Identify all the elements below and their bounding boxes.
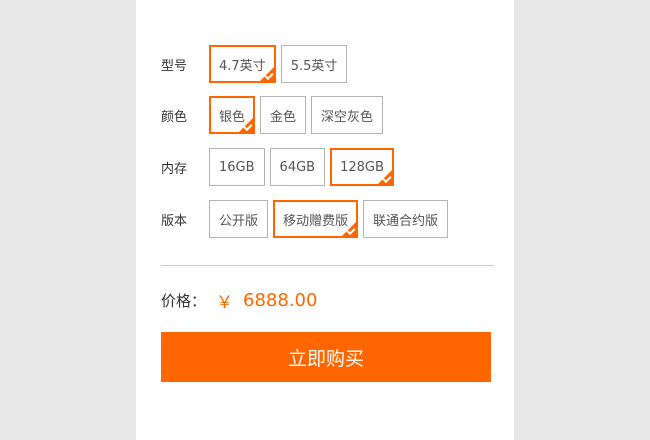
option-version-mobile-bonus[interactable]: 移动赠费版 (273, 200, 359, 238)
check-corner-icon (340, 220, 359, 238)
option-label-model: 型号 (161, 58, 188, 74)
option-storage-64gb[interactable]: 64GB (269, 148, 326, 186)
option-version-unicom-contract[interactable]: 联通合约版 (363, 200, 449, 238)
price-value: 6888.00 (243, 289, 318, 311)
price-currency: ￥ (216, 292, 234, 313)
option-storage-16gb[interactable]: 16GB (209, 148, 265, 186)
option-text: 5.5英寸 (290, 58, 338, 74)
price-label: 价格： (161, 291, 207, 310)
product-options-card: 型号 4.7英寸 5.5英寸 颜色 银色 金色 深空灰色 内存 16GB 64G… (136, 0, 514, 440)
option-row-color: 颜色 银色 金色 深空灰色 (161, 96, 388, 134)
option-color-space-gray[interactable]: 深空灰色 (311, 96, 384, 134)
option-color-gold[interactable]: 金色 (260, 96, 307, 134)
option-text: 64GB (279, 159, 316, 175)
option-text: 16GB (219, 159, 255, 175)
option-storage-128gb[interactable]: 128GB (330, 148, 394, 186)
option-row-storage: 内存 16GB 64GB 128GB (161, 148, 399, 186)
check-corner-icon (257, 65, 276, 83)
price-row: 价格： ￥ 6888.00 (161, 286, 317, 314)
option-version-public[interactable]: 公开版 (209, 200, 269, 238)
option-text: 移动赠费版 (283, 213, 349, 229)
option-text: 金色 (270, 109, 297, 125)
option-row-version: 版本 公开版 移动赠费版 联通合约版 (161, 200, 453, 238)
option-text: 深空灰色 (321, 109, 374, 125)
option-text: 公开版 (219, 213, 259, 229)
option-model-4-7-inch[interactable]: 4.7英寸 (209, 45, 276, 83)
option-row-model: 型号 4.7英寸 5.5英寸 (161, 45, 352, 83)
option-label-color: 颜色 (161, 109, 188, 125)
buy-now-button[interactable]: 立即购买 (161, 332, 491, 382)
option-label-version: 版本 (161, 213, 188, 229)
option-label-storage: 内存 (161, 161, 188, 177)
check-corner-icon (375, 168, 394, 186)
option-model-5-5-inch[interactable]: 5.5英寸 (280, 45, 348, 83)
check-corner-icon (237, 116, 256, 134)
option-color-silver[interactable]: 银色 (209, 96, 256, 134)
option-text: 联通合约版 (373, 213, 439, 229)
divider (161, 265, 494, 266)
